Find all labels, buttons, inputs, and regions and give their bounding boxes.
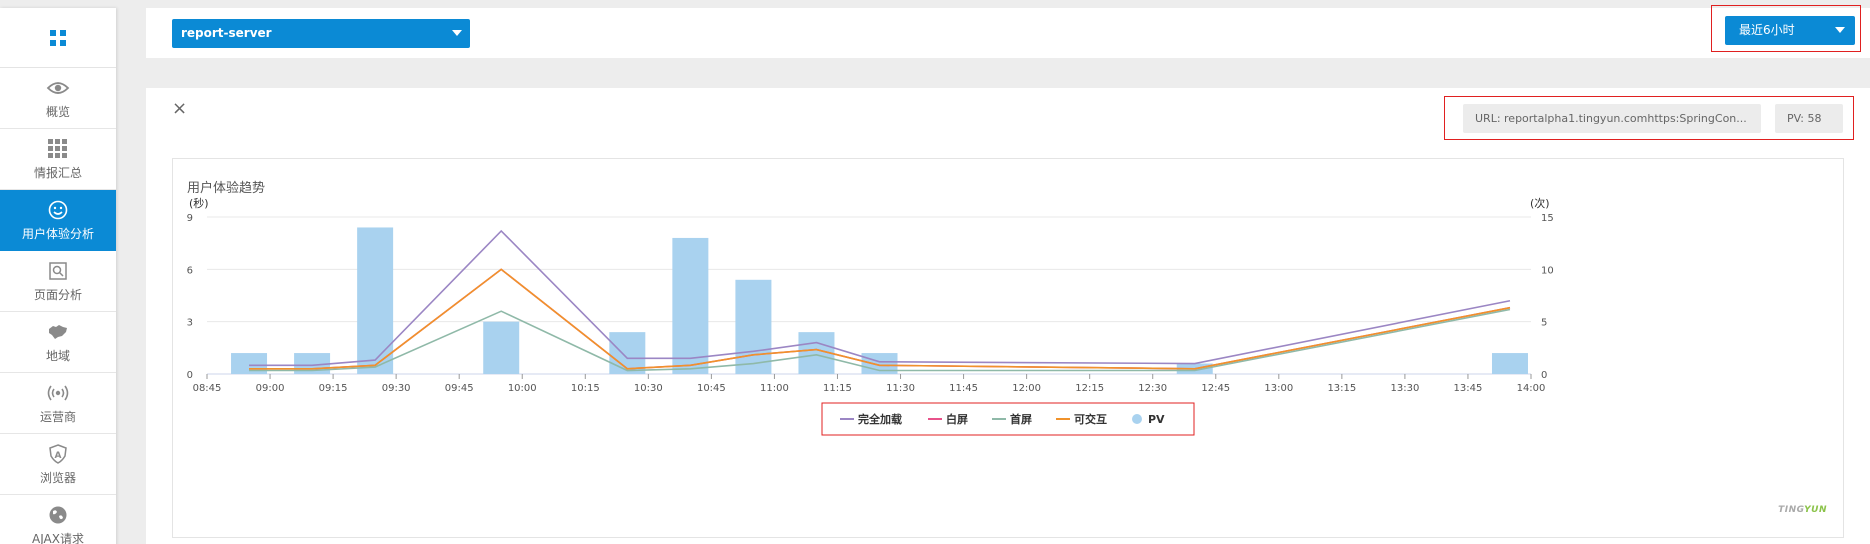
eye-icon — [46, 77, 70, 99]
legend-label: 白屏 — [946, 412, 968, 426]
sidebar-item-map[interactable]: 地域 — [0, 312, 116, 373]
right-tick-label: 15 — [1541, 213, 1554, 224]
pv-bar — [735, 279, 772, 374]
sidebar-item-page-search[interactable]: 页面分析 — [0, 251, 116, 312]
legend-label: 首屏 — [1010, 412, 1032, 426]
filter-highlight: URL: reportalpha1.tingyun.comhttps:Sprin… — [1444, 96, 1854, 140]
left-tick-label: 6 — [187, 265, 193, 276]
x-tick-label: 10:45 — [697, 383, 726, 394]
x-tick-label: 09:30 — [382, 383, 411, 394]
sidebar-item-label: 页面分析 — [33, 287, 82, 302]
legend-label: 可交互 — [1074, 412, 1107, 426]
globe-icon — [46, 504, 70, 526]
sidebar: 概览情报汇总用户体验分析 页面分析地域运营商 A 浏览器 AJAX请求 — [0, 8, 116, 544]
page-search-icon — [46, 260, 70, 282]
x-tick-label: 12:15 — [1075, 383, 1104, 394]
x-tick-label: 13:45 — [1454, 383, 1483, 394]
apps-grid-icon — [50, 29, 66, 46]
sidebar-item-label: 运营商 — [39, 409, 76, 424]
sidebar-item-label: 地域 — [45, 348, 70, 363]
brand-suffix: YUN — [1804, 505, 1827, 515]
x-tick-label: 08:45 — [193, 383, 222, 394]
right-tick-label: 0 — [1541, 370, 1547, 381]
x-tick-label: 13:15 — [1327, 383, 1356, 394]
smile-icon — [46, 199, 70, 221]
time-range-label: 最近6小时 — [1739, 23, 1795, 37]
x-tick-label: 11:00 — [760, 383, 789, 394]
close-icon[interactable]: × — [172, 100, 187, 118]
left-tick-label: 0 — [187, 370, 193, 381]
x-tick-label: 09:45 — [445, 383, 474, 394]
sidebar-item-label: 概览 — [45, 104, 70, 119]
x-tick-label: 10:00 — [508, 383, 537, 394]
right-tick-label: 5 — [1541, 318, 1547, 329]
x-tick-label: 11:30 — [886, 383, 915, 394]
app-menu-button[interactable] — [0, 8, 116, 68]
app-selector[interactable]: report-server — [172, 19, 470, 48]
sidebar-item-smile[interactable]: 用户体验分析 — [0, 190, 116, 251]
brand-prefix: TING — [1778, 505, 1805, 515]
sidebar-item-label: AJAX请求 — [32, 531, 84, 544]
x-tick-label: 11:15 — [823, 383, 852, 394]
trend-chart: (秒) (次) 0 3 6 9 0 5 10 15 08:45 09:00 09:15 09:30 09:4… — [187, 196, 1554, 436]
x-tick-label: 13:00 — [1264, 383, 1293, 394]
sidebar-item-signal[interactable]: 运营商 — [0, 373, 116, 434]
map-icon — [46, 321, 70, 343]
chart-card: 用户体验趋势 (秒) (次) 0 3 6 9 0 5 10 15 08:45 09:00 09:15 09… — [172, 158, 1844, 538]
right-tick-label: 10 — [1541, 265, 1554, 276]
pv-bar — [672, 237, 709, 374]
pv-bar — [483, 321, 520, 374]
pv-filter-chip[interactable]: PV: 58 — [1775, 104, 1843, 133]
time-range-highlight: 最近6小时 — [1711, 5, 1861, 52]
time-range-dropdown[interactable]: 最近6小时 — [1725, 16, 1855, 45]
left-tick-label: 3 — [187, 318, 193, 329]
pv-bar — [1491, 353, 1528, 374]
sidebar-item-label: 用户体验分析 — [21, 226, 94, 241]
x-tick-label: 12:00 — [1012, 383, 1041, 394]
legend-swatch — [1132, 414, 1142, 424]
x-tick-label: 10:15 — [571, 383, 600, 394]
x-tick-label: 09:15 — [319, 383, 348, 394]
sidebar-item-grid[interactable]: 情报汇总 — [0, 129, 116, 190]
x-tick-label: 11:45 — [949, 383, 978, 394]
x-tick-label: 12:30 — [1138, 383, 1167, 394]
sidebar-item-label: 浏览器 — [39, 470, 76, 485]
brand-logo: TINGYUN — [1778, 505, 1827, 515]
legend-label: PV — [1148, 413, 1165, 426]
url-filter-chip[interactable]: URL: reportalpha1.tingyun.comhttps:Sprin… — [1463, 104, 1761, 133]
sidebar-item-globe[interactable]: AJAX请求 — [0, 495, 116, 544]
chevron-down-icon — [452, 30, 462, 36]
pv-bar — [357, 227, 394, 374]
sidebar-item-label: 情报汇总 — [33, 165, 82, 180]
sidebar-item-shield-a[interactable]: A 浏览器 — [0, 434, 116, 495]
sidebar-item-eye[interactable]: 概览 — [0, 68, 116, 129]
grid-icon — [46, 138, 70, 160]
legend-label: 完全加载 — [858, 412, 902, 426]
x-tick-label: 12:45 — [1201, 383, 1230, 394]
svg-text:A: A — [55, 451, 62, 461]
chevron-down-icon — [1835, 27, 1845, 33]
analysis-panel: × URL: reportalpha1.tingyun.comhttps:Spr… — [146, 88, 1870, 544]
app-selector-label: report-server — [181, 26, 272, 40]
x-tick-label: 09:00 — [256, 383, 285, 394]
x-tick-label: 13:30 — [1390, 383, 1419, 394]
signal-icon — [46, 382, 70, 404]
left-tick-label: 9 — [187, 213, 193, 224]
top-bar: report-server 最近6小时 — [146, 5, 1870, 58]
left-axis-unit: (秒) — [189, 196, 209, 210]
x-tick-label: 10:30 — [634, 383, 663, 394]
shield-a-icon: A — [46, 443, 70, 465]
x-tick-label: 14:00 — [1517, 383, 1546, 394]
right-axis-unit: (次) — [1530, 196, 1550, 210]
